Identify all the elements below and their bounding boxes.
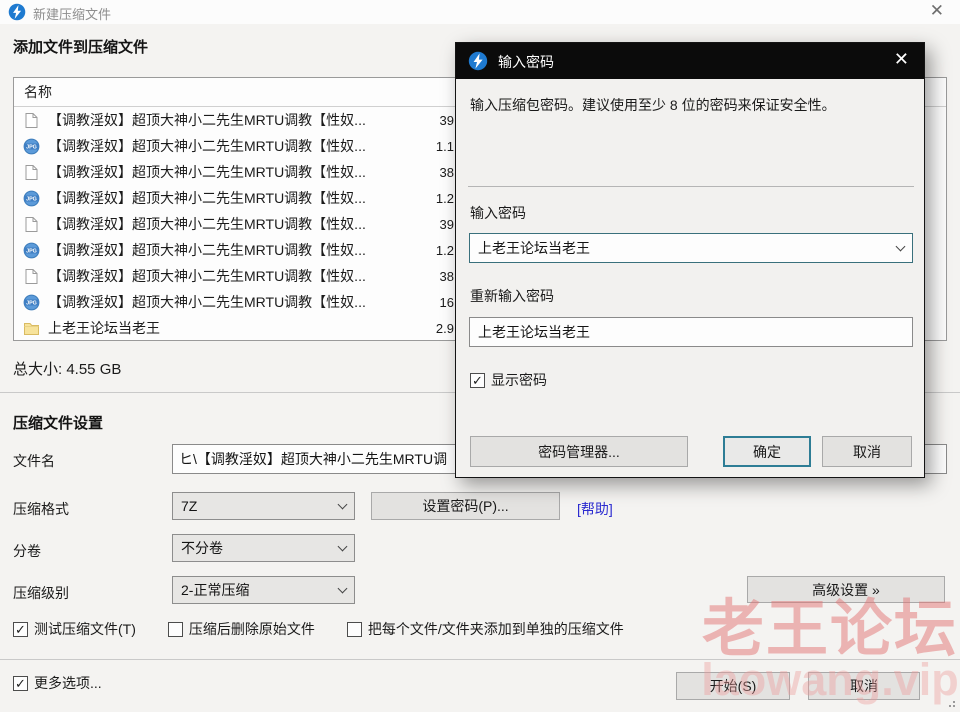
svg-text:JPG: JPG — [26, 144, 37, 150]
filename-label: 文件名 — [13, 451, 55, 471]
password-combobox[interactable] — [469, 233, 913, 263]
chevron-down-icon — [338, 541, 348, 551]
chevron-down-icon — [338, 499, 348, 509]
level-value: 2-正常压缩 — [181, 580, 339, 600]
jpg-file-icon: JPG — [23, 294, 40, 311]
jpg-file-icon: JPG — [23, 190, 40, 207]
checkbox-icon: ✓ — [470, 373, 485, 388]
svg-text:JPG: JPG — [26, 300, 37, 306]
password-manager-button[interactable]: 密码管理器... — [470, 436, 688, 467]
file-icon — [23, 268, 40, 285]
file-size: 38 — [374, 165, 454, 180]
checkbox-label: 测试压缩文件(T) — [34, 619, 136, 639]
chevron-down-icon — [896, 241, 906, 251]
ok-button[interactable]: 确定 — [723, 436, 811, 467]
file-name: 【调教淫奴】超顶大神小二先生MRTU调教【性奴... — [48, 266, 366, 286]
confirm-password-field[interactable] — [469, 317, 913, 347]
volume-value: 不分卷 — [181, 538, 339, 558]
separator — [468, 186, 914, 187]
jpg-file-icon: JPG — [23, 138, 40, 155]
folder-icon — [23, 320, 40, 337]
file-name: 【调教淫奴】超顶大神小二先生MRTU调教【性奴... — [48, 292, 366, 312]
volume-select[interactable]: 不分卷 — [172, 534, 355, 562]
dialog-close-icon[interactable]: ✕ — [894, 49, 909, 70]
dialog-description: 输入压缩包密码。建议使用至少 8 位的密码来保证安全性。 — [470, 95, 912, 115]
file-icon — [23, 112, 40, 129]
advanced-settings-button[interactable]: 高级设置 » — [747, 576, 945, 603]
checkbox-label: 更多选项... — [34, 673, 102, 693]
file-icon — [23, 164, 40, 181]
app-stage: 新建压缩文件 ✕ 添加文件到压缩文件 名称 【调教淫奴】超顶大神小二先生MRTU… — [0, 0, 960, 712]
dialog-title: 输入密码 — [498, 52, 554, 72]
file-size: 2.9 — [374, 321, 454, 336]
format-select[interactable]: 7Z — [172, 492, 355, 520]
show-password-checkbox[interactable]: ✓ 显示密码 — [470, 370, 547, 390]
checkbox-icon — [347, 622, 362, 637]
checkbox-icon: ✓ — [13, 676, 28, 691]
file-size: 1.1 — [374, 139, 454, 154]
help-link[interactable]: [帮助] — [577, 499, 613, 519]
confirm-password-label: 重新输入密码 — [470, 286, 554, 306]
app-logo-icon — [468, 51, 488, 71]
jpg-file-icon: JPG — [23, 242, 40, 259]
file-name: 【调教淫奴】超顶大神小二先生MRTU调教【性奴... — [48, 240, 366, 260]
file-name: 【调教淫奴】超顶大神小二先生MRTU调教【性奴... — [48, 110, 366, 130]
file-size: 1.2 — [374, 191, 454, 206]
chevron-down-icon — [338, 583, 348, 593]
svg-text:JPG: JPG — [26, 196, 37, 202]
confirm-password-input[interactable] — [478, 324, 904, 340]
checkbox-icon — [168, 622, 183, 637]
password-label: 输入密码 — [470, 203, 526, 223]
file-name: 【调教淫奴】超顶大神小二先生MRTU调教【性奴... — [48, 162, 366, 182]
level-label: 压缩级别 — [13, 583, 69, 603]
archive-settings-section-title: 压缩文件设置 — [13, 412, 103, 433]
file-icon — [23, 216, 40, 233]
option-checkbox[interactable]: 把每个文件/文件夹添加到单独的压缩文件 — [347, 619, 624, 639]
checkbox-label: 压缩后删除原始文件 — [189, 619, 315, 639]
option-checkbox[interactable]: 压缩后删除原始文件 — [168, 619, 315, 639]
file-size: 16 — [374, 295, 454, 310]
start-button[interactable]: 开始(S) — [676, 672, 790, 700]
main-titlebar: 新建压缩文件 ✕ — [0, 0, 960, 24]
password-dialog: 输入密码 ✕ 输入压缩包密码。建议使用至少 8 位的密码来保证安全性。 输入密码… — [455, 42, 925, 478]
file-size: 38 — [374, 269, 454, 284]
add-files-section-title: 添加文件到压缩文件 — [13, 36, 148, 57]
resize-grip[interactable] — [945, 697, 955, 707]
file-name: 【调教淫奴】超顶大神小二先生MRTU调教【性奴... — [48, 188, 366, 208]
option-checkbox[interactable]: ✓ 测试压缩文件(T) — [13, 619, 136, 639]
format-value: 7Z — [181, 498, 339, 514]
volume-label: 分卷 — [13, 541, 41, 561]
file-name: 上老王论坛当老王 — [48, 318, 160, 338]
app-logo-icon — [8, 3, 26, 21]
checkbox-icon: ✓ — [13, 622, 28, 637]
checkbox-label: 显示密码 — [491, 370, 547, 390]
cancel-button[interactable]: 取消 — [808, 672, 920, 700]
file-size: 39 — [374, 113, 454, 128]
level-select[interactable]: 2-正常压缩 — [172, 576, 355, 604]
file-name: 【调教淫奴】超顶大神小二先生MRTU调教【性奴... — [48, 214, 366, 234]
password-input[interactable] — [478, 240, 897, 256]
more-options-checkbox[interactable]: ✓ 更多选项... — [13, 673, 102, 693]
file-size: 1.2 — [374, 243, 454, 258]
total-size-label: 总大小: 4.55 GB — [13, 358, 121, 379]
separator — [0, 659, 960, 660]
window-title: 新建压缩文件 — [33, 4, 111, 23]
svg-text:JPG: JPG — [26, 248, 37, 254]
dialog-cancel-button[interactable]: 取消 — [822, 436, 912, 467]
set-password-button[interactable]: 设置密码(P)... — [371, 492, 560, 520]
format-label: 压缩格式 — [13, 499, 69, 519]
dialog-titlebar: 输入密码 ✕ — [456, 43, 924, 79]
file-name: 【调教淫奴】超顶大神小二先生MRTU调教【性奴... — [48, 136, 366, 156]
file-size: 39 — [374, 217, 454, 232]
checkbox-label: 把每个文件/文件夹添加到单独的压缩文件 — [368, 619, 624, 639]
window-close-icon[interactable]: ✕ — [930, 1, 944, 21]
